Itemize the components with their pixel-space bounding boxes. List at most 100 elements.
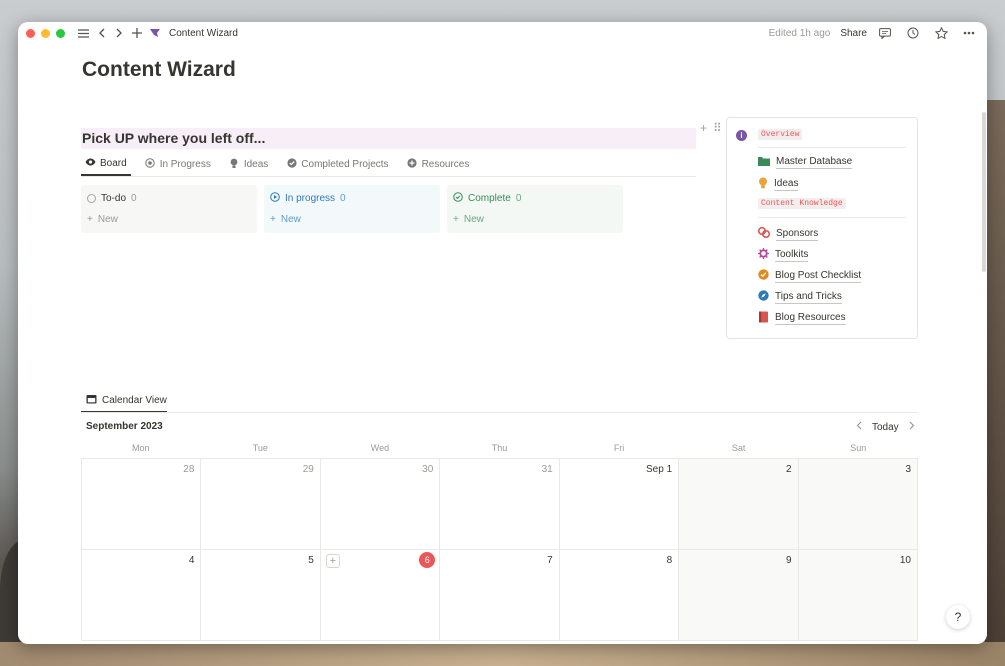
app-window: Content Wizard Edited 1h ago Share Conte… [18, 22, 987, 644]
page-title[interactable]: Content Wizard [82, 58, 236, 82]
weekday-label: Fri [613, 443, 625, 453]
gear-icon [758, 248, 769, 262]
link-ideas[interactable]: Ideas [758, 177, 799, 192]
day-number: 5 [308, 555, 314, 566]
info-icon: i [736, 130, 747, 141]
menu-icon[interactable] [75, 25, 91, 41]
link-blog-post-checklist[interactable]: Blog Post Checklist [758, 269, 862, 283]
block-handle[interactable]: + ⠿ [700, 121, 722, 135]
plus-icon: + [87, 214, 93, 225]
drag-handle-icon[interactable]: ⠿ [713, 121, 722, 135]
column-count: 0 [515, 192, 522, 204]
share-button[interactable]: Share [840, 28, 867, 39]
calendar-day-cell-today[interactable]: + 6 [320, 550, 441, 641]
calendar-day-cell[interactable]: 5 [201, 550, 321, 641]
calendar-day-cell[interactable]: 28 [82, 459, 202, 550]
column-title[interactable]: Complete [468, 193, 511, 204]
new-page-plus-icon[interactable] [129, 25, 145, 41]
link-label: Ideas [774, 178, 799, 191]
history-clock-icon[interactable] [905, 25, 921, 41]
today-button[interactable]: Today [872, 422, 899, 433]
overview-callout: i Overview Master Database Ideas Content… [726, 117, 918, 339]
tab-label: In Progress [159, 159, 211, 170]
calendar-day-cell[interactable]: 10 [798, 550, 918, 641]
page-wand-icon [147, 25, 163, 41]
previous-month-chevron-icon[interactable] [856, 421, 862, 433]
tab-resources[interactable]: Resources [403, 153, 474, 176]
add-block-icon[interactable]: + [700, 121, 707, 135]
calendar-day-cell[interactable]: 31 [440, 459, 560, 550]
in-progress-icon [145, 158, 156, 171]
tab-completed-projects[interactable]: Completed Projects [282, 153, 392, 176]
link-toolkits[interactable]: Toolkits [758, 248, 809, 262]
tab-ideas[interactable]: Ideas [225, 153, 272, 176]
tab-label: Resources [421, 159, 470, 170]
new-card-label: New [97, 214, 118, 225]
comment-icon[interactable] [877, 25, 893, 41]
edited-timestamp: Edited 1h ago [768, 27, 831, 39]
calendar-day-cell[interactable]: 30 [320, 459, 441, 550]
new-card-button[interactable]: + New [270, 214, 434, 225]
background-cliff [985, 100, 1005, 666]
tab-in-progress[interactable]: In Progress [141, 153, 215, 176]
close-window-button[interactable] [26, 28, 35, 38]
calendar-day-cell[interactable]: 9 [679, 550, 799, 641]
forward-arrow-icon[interactable] [111, 25, 127, 41]
link-master-database[interactable]: Master Database [758, 156, 853, 169]
link-label: Blog Resources [775, 312, 846, 325]
tab-board[interactable]: Board [81, 153, 131, 176]
tab-label: Ideas [243, 159, 269, 170]
new-card-button[interactable]: + New [87, 214, 251, 225]
coins-icon [757, 226, 771, 241]
day-number: 9 [786, 555, 792, 566]
tab-calendar-view[interactable]: Calendar View [81, 390, 167, 413]
divider [81, 412, 918, 413]
plus-icon: + [270, 214, 276, 225]
link-sponsors[interactable]: Sponsors [757, 226, 819, 241]
weekday-label: Wed [370, 443, 390, 453]
new-card-label: New [280, 214, 301, 225]
weekday-label: Thu [491, 443, 508, 453]
day-number: 3 [905, 464, 911, 475]
day-number: 28 [183, 464, 195, 475]
help-button[interactable]: ? [946, 605, 970, 629]
folder-icon [758, 156, 770, 169]
new-card-button[interactable]: + New [453, 214, 617, 225]
day-number: 2 [786, 464, 792, 475]
column-count: 0 [340, 192, 346, 204]
calendar-tab-label: Calendar View [102, 395, 167, 406]
check-badge-icon [758, 269, 769, 283]
favorite-star-icon[interactable] [933, 25, 949, 41]
calendar-day-cell[interactable]: 7 [440, 550, 560, 641]
more-options-icon[interactable] [961, 25, 977, 41]
maximize-window-button[interactable] [56, 28, 65, 38]
link-blog-resources[interactable]: Blog Resources [758, 311, 846, 326]
calendar-month-label: September 2023 [86, 421, 163, 432]
todo-status-icon [87, 193, 96, 203]
link-tips-and-tricks[interactable]: Tips and Tricks [758, 290, 842, 304]
calendar-day-cell[interactable]: 29 [201, 459, 321, 550]
vertical-scrollbar[interactable] [982, 112, 986, 272]
board-column-in-progress: In progress 0 + New [264, 185, 440, 233]
weekday-label: Mon [132, 443, 150, 453]
calendar-day-cell[interactable]: 8 [559, 550, 680, 641]
next-month-chevron-icon[interactable] [909, 421, 915, 433]
day-number: 7 [547, 555, 553, 566]
column-title[interactable]: To-do [101, 193, 126, 204]
calendar-day-cell[interactable]: Sep 1 [559, 459, 680, 550]
back-arrow-icon[interactable] [93, 25, 109, 41]
calendar-day-cell[interactable]: 4 [82, 550, 202, 641]
calendar-day-cell[interactable]: 2 [679, 459, 799, 550]
calendar-day-cell[interactable]: 3 [798, 459, 918, 550]
window-title[interactable]: Content Wizard [169, 28, 238, 39]
calendar-navigation: Today [856, 421, 915, 433]
check-circle-icon [286, 158, 297, 171]
minimize-window-button[interactable] [41, 28, 50, 38]
board-column-todo: To-do 0 + New [81, 185, 257, 233]
section-heading[interactable]: Pick UP where you left off... [81, 128, 696, 149]
add-event-plus-icon[interactable]: + [325, 554, 340, 568]
weekday-label: Sun [850, 443, 867, 453]
column-title[interactable]: In progress [285, 193, 335, 204]
weekday-label: Tue [252, 443, 268, 453]
link-label: Blog Post Checklist [775, 269, 862, 283]
